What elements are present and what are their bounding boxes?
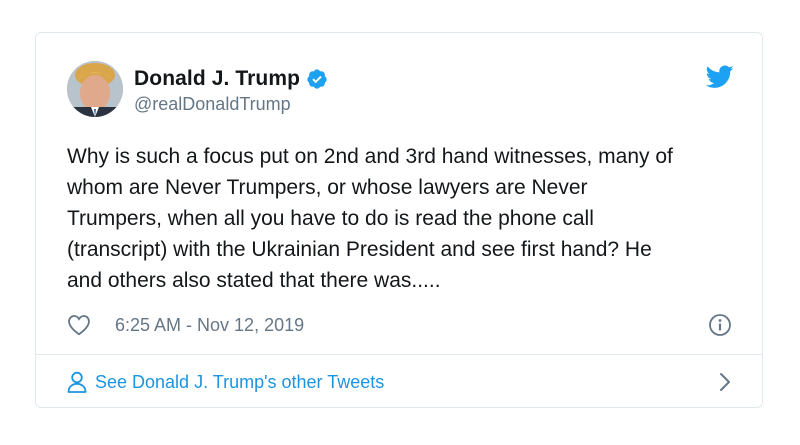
avatar[interactable] bbox=[67, 61, 123, 117]
twitter-bird-icon[interactable] bbox=[705, 65, 734, 89]
verified-badge-icon bbox=[306, 68, 328, 90]
author-handle[interactable]: @realDonaldTrump bbox=[134, 94, 328, 115]
see-other-tweets-label[interactable]: See Donald J. Trump's other Tweets bbox=[95, 372, 384, 393]
tweet-text: Why is such a focus put on 2nd and 3rd h… bbox=[67, 145, 673, 292]
display-name-row: Donald J. Trump bbox=[134, 66, 328, 92]
chevron-right-icon[interactable] bbox=[718, 372, 732, 392]
see-other-tweets-link[interactable]: See Donald J. Trump's other Tweets bbox=[67, 355, 732, 409]
author-names: Donald J. Trump @realDonaldTrump bbox=[134, 66, 328, 115]
avatar-image bbox=[67, 61, 123, 117]
info-icon[interactable] bbox=[708, 313, 732, 337]
tweet-timestamp[interactable]: 6:25 AM - Nov 12, 2019 bbox=[115, 315, 304, 336]
embedded-tweet-card: Donald J. Trump @realDonaldTrump Why is … bbox=[35, 32, 763, 408]
tweet-header: Donald J. Trump @realDonaldTrump bbox=[67, 61, 734, 119]
person-icon bbox=[67, 371, 87, 393]
heart-icon[interactable] bbox=[67, 314, 91, 336]
author-display-name[interactable]: Donald J. Trump bbox=[134, 67, 300, 91]
tweet-meta-row: 6:25 AM - Nov 12, 2019 bbox=[67, 313, 732, 337]
